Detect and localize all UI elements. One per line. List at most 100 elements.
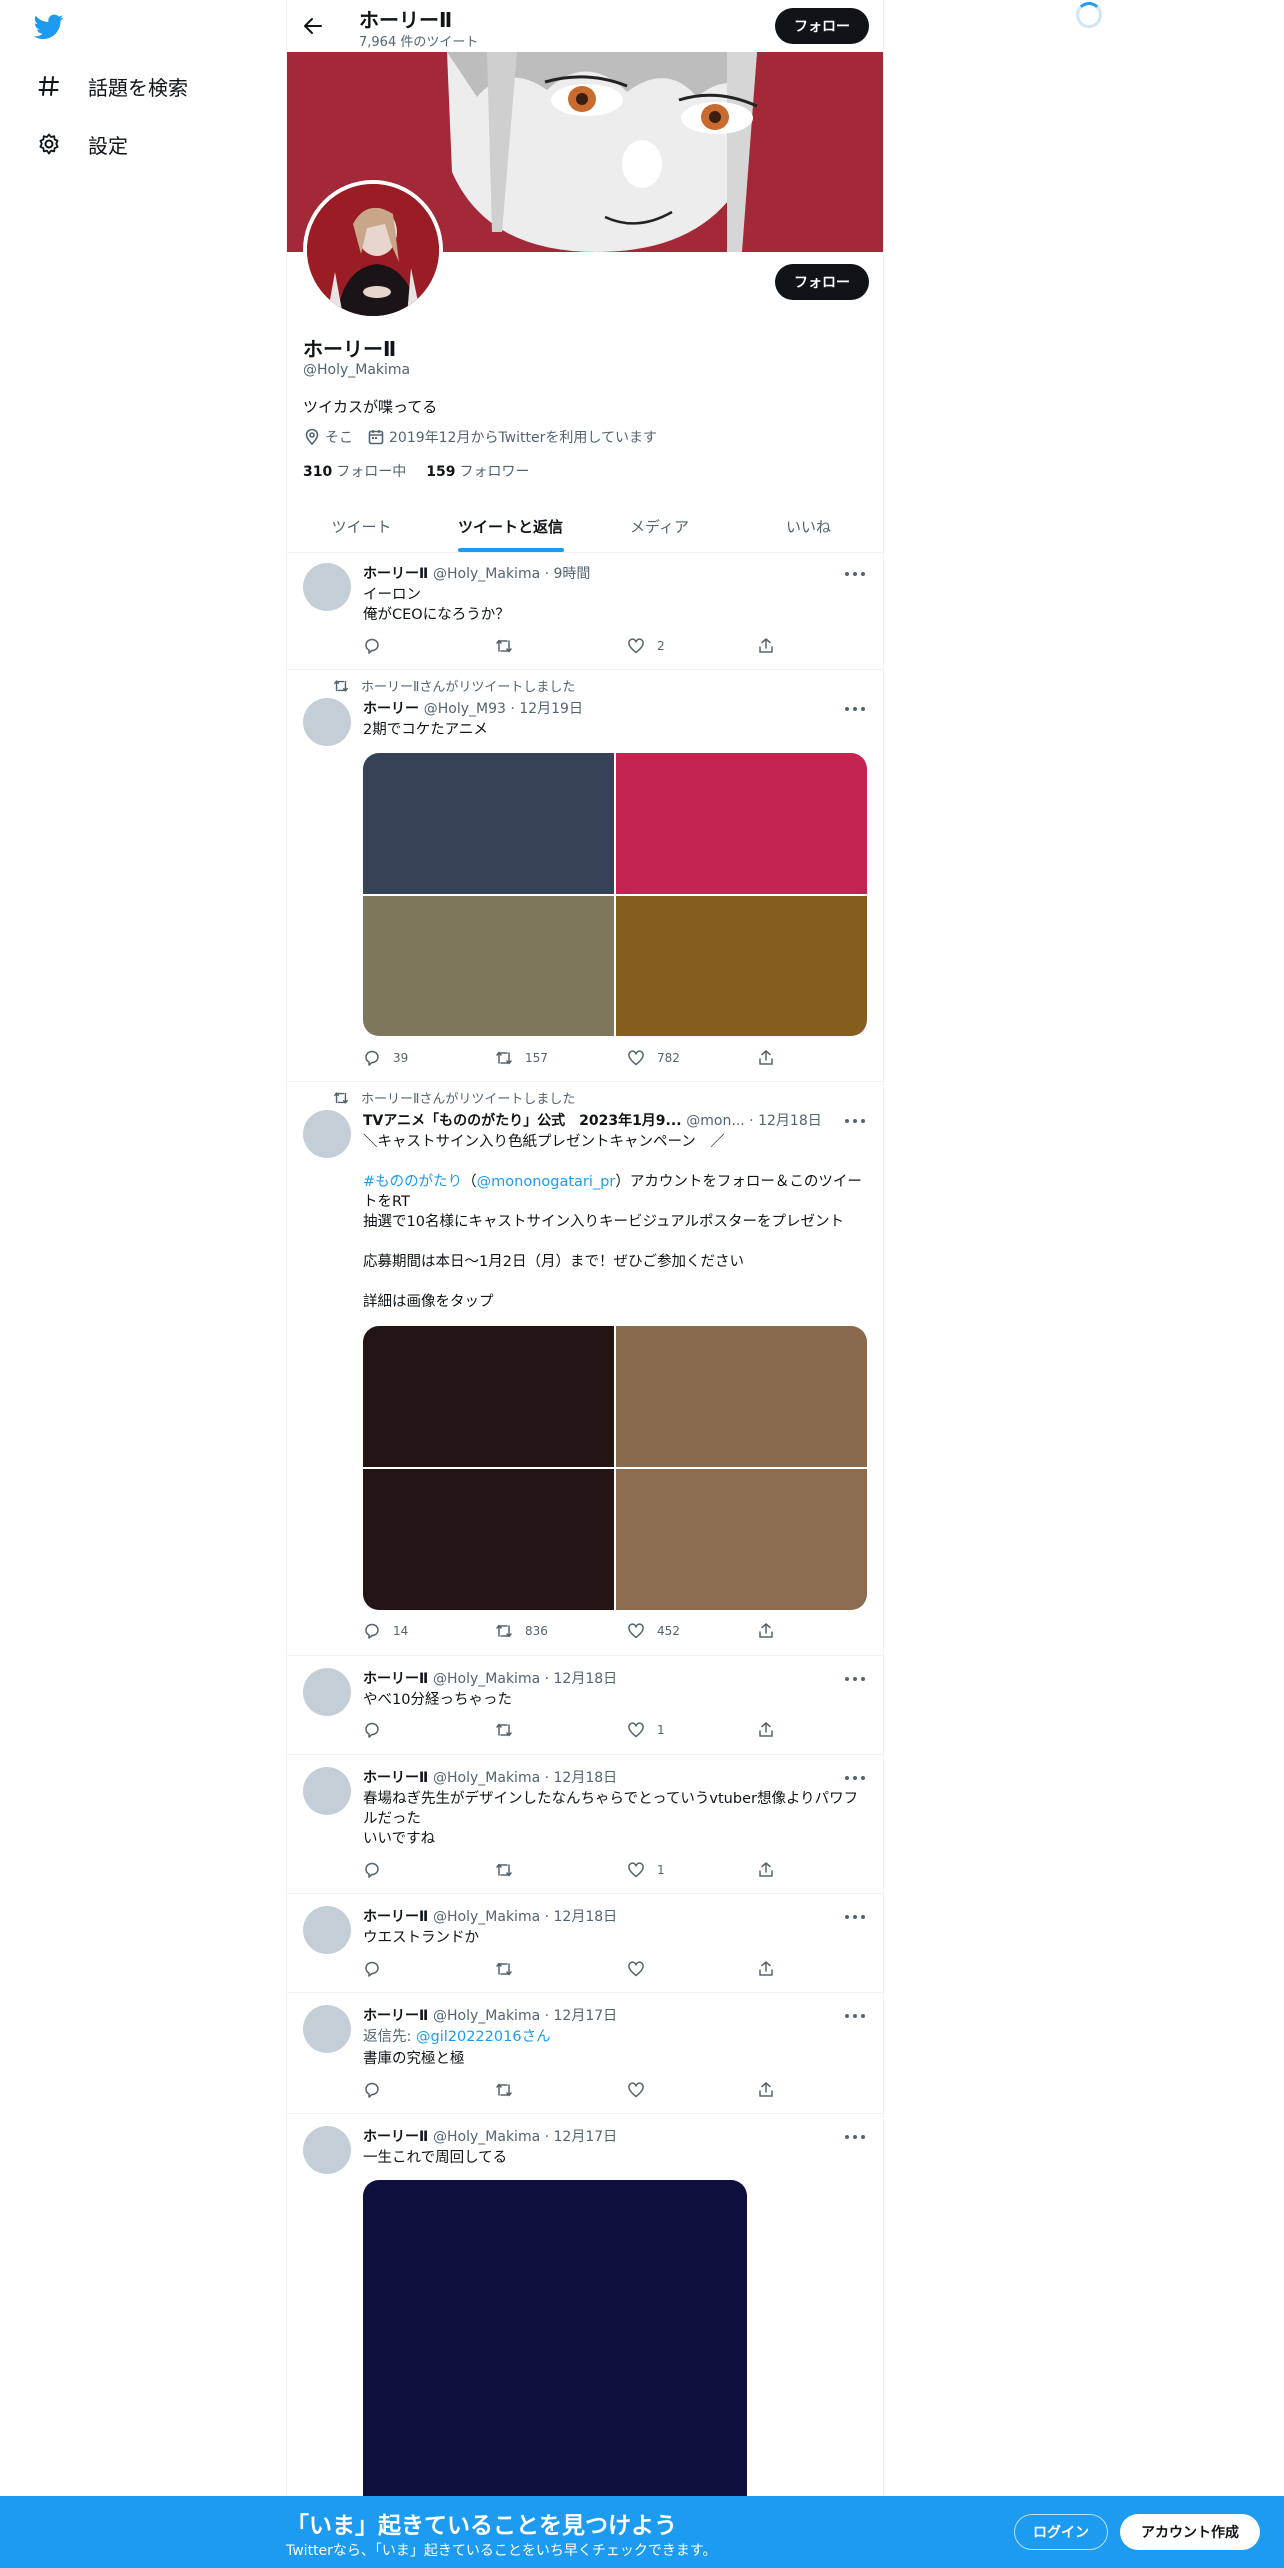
reply-button[interactable] [363,1721,393,1739]
tweet-avatar[interactable] [303,2126,351,2174]
retweeted-by-text[interactable]: ホーリーⅡさんがリツイートしました [361,676,575,695]
tweet-time[interactable]: 12月18日 [758,1113,822,1129]
tweet-author-handle[interactable]: @Holy_M93 [424,701,506,717]
tweet-author-name[interactable]: TVアニメ「もののがたり」公式 2023年1月9... [363,1113,682,1129]
more-options-icon[interactable] [845,1672,865,1686]
tweet-time[interactable]: 12月18日 [554,1909,618,1925]
tweet-media-image[interactable] [363,895,614,1036]
tweet-time[interactable]: 12月17日 [554,2129,618,2145]
like-button[interactable] [627,1960,657,1978]
tweet-item[interactable]: ホーリーⅡさんがリツイートしました ホーリー @Holy_M93 · 12月19… [287,670,883,1082]
share-button[interactable] [757,1960,775,1978]
followers-link[interactable]: 159 フォロワー [426,461,529,481]
tweet-author-name[interactable]: ホーリーⅡ [363,1909,428,1925]
reply-button[interactable] [363,1960,393,1978]
tweet-author-name[interactable]: ホーリーⅡ [363,566,428,582]
tweet-item[interactable]: ホーリーⅡ @Holy_Makima · 12月18日 やべ10分経っちゃった … [287,1656,883,1755]
reply-button[interactable] [363,2081,393,2099]
tweet-author-handle[interactable]: @Holy_Makima [433,1671,540,1687]
more-options-icon[interactable] [845,2130,865,2144]
tweet-author-handle[interactable]: @Holy_Makima [433,1770,540,1786]
tweet-item[interactable]: ホーリーⅡ @Holy_Makima · 12月17日 返信先: @gil202… [287,1993,883,2114]
tweet-avatar[interactable] [303,1110,351,1158]
retweet-button[interactable] [495,1721,525,1739]
more-options-icon[interactable] [845,2009,865,2023]
tweet-media-image[interactable] [363,1326,614,1467]
tweet-mention[interactable]: @mononogatari_pr [477,1174,616,1190]
tab-tweets[interactable]: ツイート [287,500,436,552]
retweeted-by-text[interactable]: ホーリーⅡさんがリツイートしました [361,1088,575,1107]
like-button[interactable]: 1 [627,1861,665,1879]
share-button[interactable] [757,637,775,655]
share-button[interactable] [757,1721,775,1739]
like-button[interactable]: 452 [627,1622,680,1640]
tweet-author-handle[interactable]: @Holy_Makima [433,1909,540,1925]
tweet-avatar[interactable] [303,1906,351,1954]
more-options-icon[interactable] [845,702,865,716]
more-options-icon[interactable] [845,1771,865,1785]
tweet-media-grid[interactable] [363,753,867,1036]
retweet-button[interactable] [495,2081,525,2099]
retweet-button[interactable] [495,637,525,655]
tab-media[interactable]: メディア [585,500,734,552]
tweet-author-name[interactable]: ホーリー [363,701,419,717]
tweet-author-handle[interactable]: @Holy_Makima [433,566,540,582]
retweet-button[interactable] [495,1861,525,1879]
like-button[interactable]: 782 [627,1049,680,1067]
tweet-item[interactable]: ホーリーⅡさんがリツイートしました TVアニメ「もののがたり」公式 2023年1… [287,1082,883,1656]
tweet-item[interactable]: ホーリーⅡ @Holy_Makima · 9時間 イーロン 俺がCEOになろうか… [287,553,883,670]
login-button[interactable]: ログイン [1014,2514,1108,2550]
tweet-author-handle[interactable]: @mon... [686,1113,744,1129]
header-follow-button[interactable]: フォロー [775,8,869,44]
tab-tweets-and-replies[interactable]: ツイートと返信 [436,500,585,552]
retweet-button[interactable] [495,1960,525,1978]
tweet-media-image[interactable] [363,753,614,894]
share-button[interactable] [757,1861,775,1879]
more-options-icon[interactable] [845,567,865,581]
tweet-time[interactable]: 12月19日 [519,701,583,717]
signup-button[interactable]: アカウント作成 [1120,2514,1260,2550]
nav-settings[interactable]: 設定 [36,124,128,164]
tweet-media-image[interactable] [616,1326,867,1467]
tweet-avatar[interactable] [303,1668,351,1716]
back-arrow-icon[interactable] [297,10,329,42]
share-button[interactable] [757,2081,775,2099]
reply-button[interactable]: 39 [363,1049,408,1067]
reply-button[interactable] [363,637,393,655]
tweet-time[interactable]: 12月18日 [554,1671,618,1687]
tab-likes[interactable]: いいね [734,500,883,552]
like-button[interactable]: 2 [627,637,665,655]
tweet-avatar[interactable] [303,698,351,746]
retweet-button[interactable]: 836 [495,1622,548,1640]
tweet-time[interactable]: 12月17日 [554,2008,618,2024]
tweet-author-handle[interactable]: @Holy_Makima [433,2129,540,2145]
tweet-author-name[interactable]: ホーリーⅡ [363,2129,428,2145]
share-button[interactable] [757,1622,775,1640]
tweet-avatar[interactable] [303,563,351,611]
tweet-time[interactable]: 12月18日 [554,1770,618,1786]
reply-button[interactable] [363,1861,393,1879]
profile-avatar[interactable] [303,180,443,320]
tweet-media-image[interactable] [616,895,867,1036]
twitter-bird-icon[interactable] [33,14,64,44]
retweet-button[interactable]: 157 [495,1049,548,1067]
share-button[interactable] [757,1049,775,1067]
tweet-time[interactable]: 9時間 [554,566,591,582]
tweet-avatar[interactable] [303,2005,351,2053]
tweet-media-image[interactable] [616,753,867,894]
tweet-media-image[interactable] [616,1469,867,1610]
profile-follow-button[interactable]: フォロー [775,264,869,300]
like-button[interactable]: 1 [627,1721,665,1739]
reply-button[interactable]: 14 [363,1622,408,1640]
tweet-media-grid[interactable] [363,1326,867,1610]
more-options-icon[interactable] [845,1910,865,1924]
tweet-author-handle[interactable]: @Holy_Makima [433,2008,540,2024]
tweet-hashtag[interactable]: #もののがたり [363,1174,462,1190]
tweet-avatar[interactable] [303,1767,351,1815]
more-options-icon[interactable] [845,1114,865,1128]
like-button[interactable] [627,2081,657,2099]
tweet-author-name[interactable]: ホーリーⅡ [363,2008,428,2024]
reply-to-mention[interactable]: @gil20222016 [416,2029,522,2045]
tweet-media-image[interactable] [363,1469,614,1610]
tweet-item[interactable]: ホーリーⅡ @Holy_Makima · 12月18日 ウエストランドか [287,1894,883,1993]
